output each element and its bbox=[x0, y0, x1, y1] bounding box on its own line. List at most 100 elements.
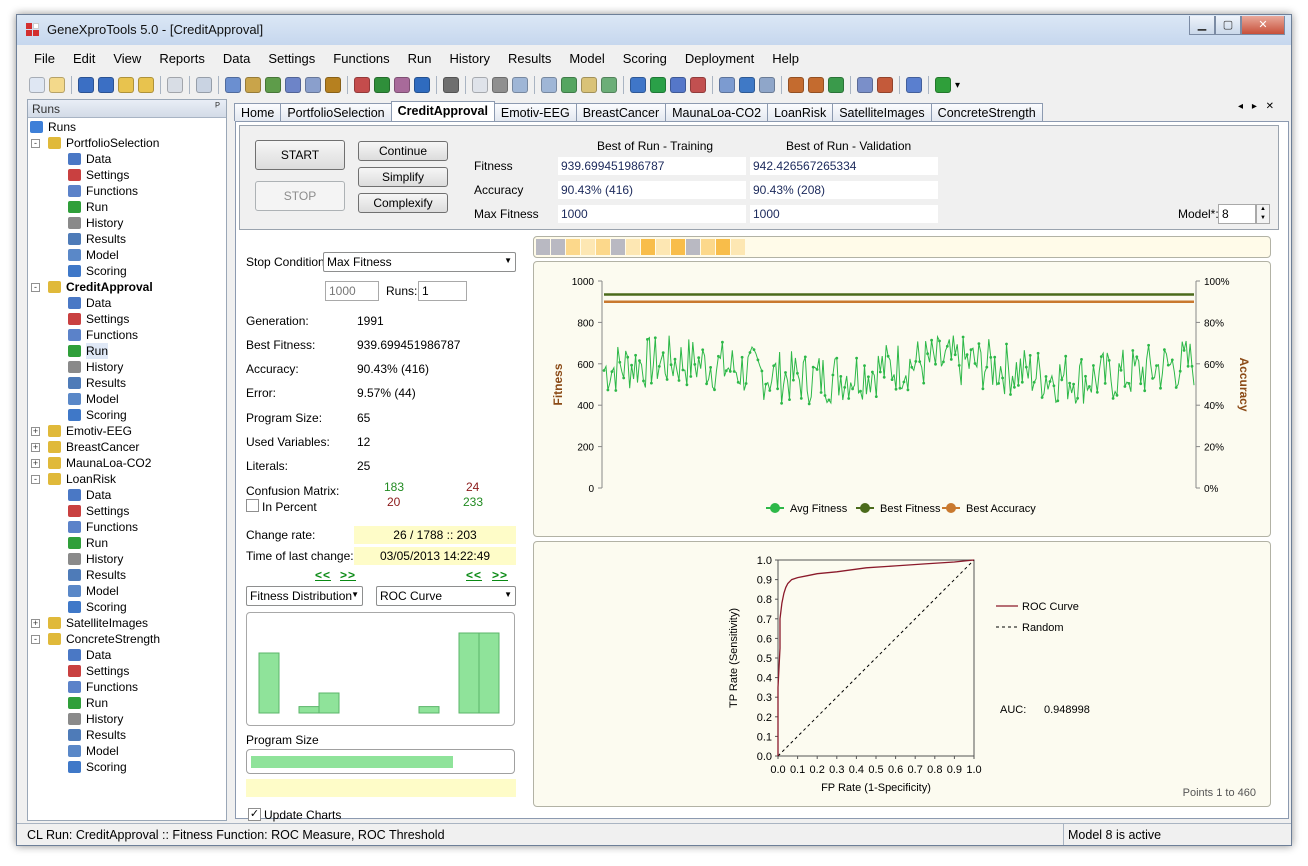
list-icon[interactable] bbox=[512, 77, 528, 93]
shield-icon[interactable] bbox=[414, 77, 430, 93]
collapse-icon[interactable]: - bbox=[31, 139, 40, 148]
brush-icon[interactable] bbox=[630, 77, 646, 93]
tree-item-loanrisk[interactable]: - LoanRisk bbox=[28, 471, 226, 487]
tree-item-maunaloa-co2[interactable]: + MaunaLoa-CO2 bbox=[28, 455, 226, 471]
tree-item-run[interactable]: Run bbox=[28, 695, 226, 711]
tab-loanrisk[interactable]: LoanRisk bbox=[767, 103, 834, 121]
tree-icon[interactable] bbox=[670, 77, 686, 93]
copy-icon[interactable] bbox=[167, 77, 183, 93]
secondary-chart-select[interactable]: ROC Curve ▼ bbox=[376, 586, 516, 606]
history-icon[interactable] bbox=[394, 77, 410, 93]
chart-settings-icon[interactable] bbox=[492, 77, 508, 93]
tools-icon[interactable] bbox=[690, 77, 706, 93]
tree-item-data[interactable]: Data bbox=[28, 647, 226, 663]
tree-item-history[interactable]: History bbox=[28, 359, 226, 375]
tree-item-model[interactable]: Model bbox=[28, 583, 226, 599]
tree-item-settings[interactable]: Settings bbox=[28, 311, 226, 327]
collapse-icon[interactable]: - bbox=[31, 635, 40, 644]
roc-next-link[interactable]: >> bbox=[492, 568, 508, 582]
dist-next-link[interactable]: >> bbox=[340, 568, 356, 582]
tree-item-settings[interactable]: Settings bbox=[28, 167, 226, 183]
continue-button[interactable]: Continue bbox=[358, 141, 448, 161]
expand-icon[interactable]: + bbox=[31, 459, 40, 468]
model-spinner[interactable]: ▲ ▼ bbox=[1256, 204, 1270, 224]
tree-item-history[interactable]: History bbox=[28, 215, 226, 231]
tree-item-data[interactable]: Data bbox=[28, 151, 226, 167]
menu-results[interactable]: Results bbox=[499, 48, 560, 70]
maximize-button[interactable]: ▢ bbox=[1215, 16, 1241, 35]
update-charts-checkbox[interactable]: ✓ bbox=[248, 808, 261, 821]
save-all-icon[interactable] bbox=[98, 77, 114, 93]
tree-item-functions[interactable]: Functions bbox=[28, 183, 226, 199]
save-icon[interactable] bbox=[78, 77, 94, 93]
layout-icon[interactable] bbox=[719, 77, 735, 93]
tree-item-functions[interactable]: Functions bbox=[28, 679, 226, 695]
distribution-chart-select[interactable]: Fitness Distribution ▼ bbox=[246, 586, 363, 606]
expand-icon[interactable]: + bbox=[31, 619, 40, 628]
tab-emotiv-eeg[interactable]: Emotiv-EEG bbox=[493, 103, 577, 121]
scoring-icon[interactable] bbox=[325, 77, 341, 93]
form-icon[interactable] bbox=[759, 77, 775, 93]
collapse-icon[interactable]: - bbox=[31, 283, 40, 292]
calc-icon[interactable] bbox=[906, 77, 922, 93]
tree-item-data[interactable]: Data bbox=[28, 487, 226, 503]
collapse-icon[interactable]: - bbox=[31, 475, 40, 484]
deploy-icon[interactable] bbox=[374, 77, 390, 93]
menu-edit[interactable]: Edit bbox=[64, 48, 104, 70]
roc-prev-link[interactable]: << bbox=[466, 568, 482, 582]
model-icon[interactable] bbox=[305, 77, 321, 93]
script2-icon[interactable] bbox=[877, 77, 893, 93]
expand-icon[interactable]: + bbox=[31, 443, 40, 452]
minimize-button[interactable]: ▁ bbox=[1189, 16, 1215, 35]
toolbar-overflow-icon[interactable]: ▾ bbox=[955, 80, 960, 91]
menu-history[interactable]: History bbox=[441, 48, 499, 70]
tree-item-emotiv-eeg[interactable]: + Emotiv-EEG bbox=[28, 423, 226, 439]
network-icon[interactable] bbox=[739, 77, 755, 93]
menu-scoring[interactable]: Scoring bbox=[614, 48, 676, 70]
menu-model[interactable]: Model bbox=[560, 48, 613, 70]
stop-value-input[interactable]: 1000 bbox=[325, 281, 379, 301]
tree-item-model[interactable]: Model bbox=[28, 743, 226, 759]
tab-scroll-arrows[interactable]: ◂ ▸ ✕ bbox=[1238, 101, 1277, 112]
menu-deployment[interactable]: Deployment bbox=[676, 48, 763, 70]
menu-help[interactable]: Help bbox=[763, 48, 808, 70]
open-run-icon[interactable] bbox=[49, 77, 65, 93]
tab-breastcancer[interactable]: BreastCancer bbox=[575, 103, 667, 121]
simplify-button[interactable]: Simplify bbox=[358, 167, 448, 187]
new-run-icon[interactable] bbox=[29, 77, 45, 93]
report-icon[interactable] bbox=[472, 77, 488, 93]
settings-icon[interactable] bbox=[245, 77, 261, 93]
tab-concretestrength[interactable]: ConcreteStrength bbox=[930, 103, 1043, 121]
tree-item-scoring[interactable]: Scoring bbox=[28, 263, 226, 279]
add-icon[interactable] bbox=[650, 77, 666, 93]
start-button[interactable]: START bbox=[255, 140, 345, 170]
code3-icon[interactable] bbox=[828, 77, 844, 93]
tab-portfolioselection[interactable]: PortfolioSelection bbox=[280, 103, 392, 121]
code-icon[interactable] bbox=[788, 77, 804, 93]
tree-item-model[interactable]: Model bbox=[28, 391, 226, 407]
line-chart-icon[interactable] bbox=[561, 77, 577, 93]
tree-item-runs[interactable]: Runs bbox=[28, 119, 226, 135]
tree-item-run[interactable]: Run bbox=[28, 535, 226, 551]
tree-item-run[interactable]: Run bbox=[28, 199, 226, 215]
tree-item-results[interactable]: Results bbox=[28, 567, 226, 583]
tab-creditapproval[interactable]: CreditApproval bbox=[390, 101, 495, 121]
results-icon[interactable] bbox=[285, 77, 301, 93]
runs-input[interactable]: 1 bbox=[418, 281, 467, 301]
table-icon[interactable] bbox=[581, 77, 597, 93]
dist-prev-link[interactable]: << bbox=[315, 568, 331, 582]
code2-icon[interactable] bbox=[808, 77, 824, 93]
folders-icon[interactable] bbox=[138, 77, 154, 93]
stop-button[interactable]: STOP bbox=[255, 181, 345, 211]
tree-item-satelliteimages[interactable]: + SatelliteImages bbox=[28, 615, 226, 631]
in-percent-checkbox[interactable] bbox=[246, 499, 259, 512]
tree-item-scoring[interactable]: Scoring bbox=[28, 407, 226, 423]
menu-view[interactable]: View bbox=[104, 48, 150, 70]
menu-run[interactable]: Run bbox=[399, 48, 441, 70]
pin-icon[interactable]: ᴾ bbox=[215, 101, 220, 113]
tree-item-data[interactable]: Data bbox=[28, 295, 226, 311]
data-icon[interactable] bbox=[225, 77, 241, 93]
folder-icon[interactable] bbox=[118, 77, 134, 93]
model-number-input[interactable]: 8 bbox=[1218, 204, 1256, 224]
tree-item-run[interactable]: Run bbox=[28, 343, 226, 359]
